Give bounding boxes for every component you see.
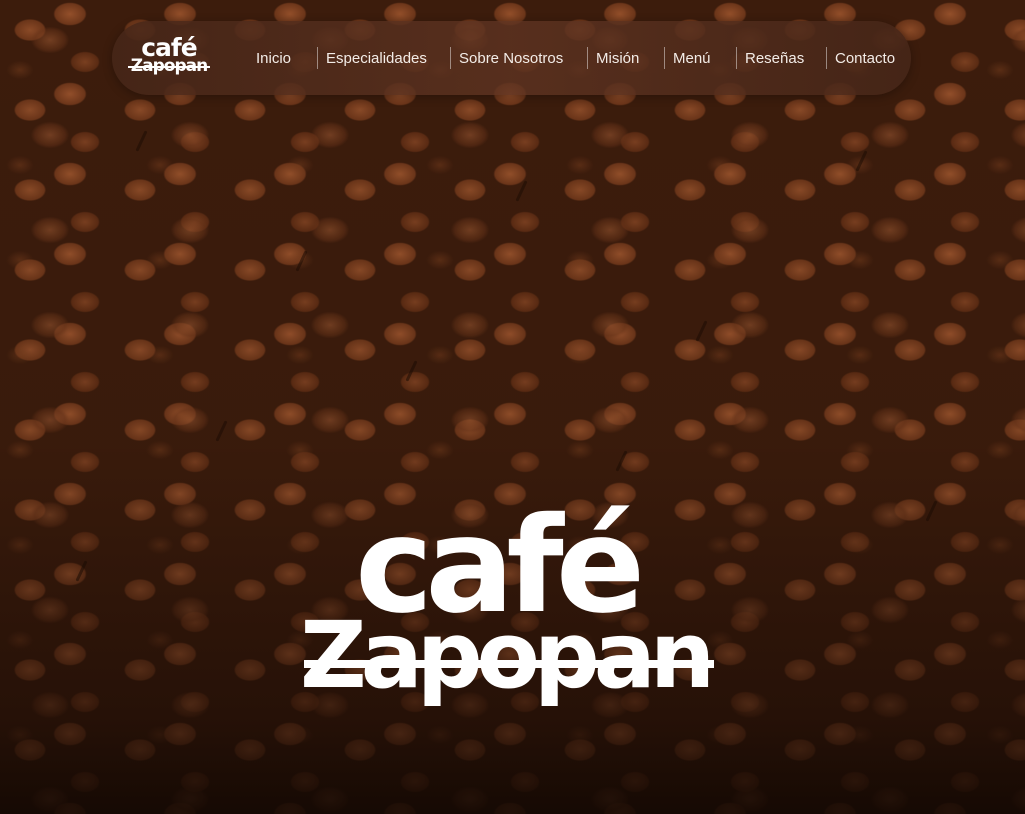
- nav-link-mision[interactable]: Misión: [596, 21, 639, 95]
- nav-divider: [450, 47, 451, 69]
- brand-logo[interactable]: café Zapopan: [128, 35, 210, 81]
- nav-link-especialidades[interactable]: Especialidades: [326, 21, 427, 95]
- nav-divider: [317, 47, 318, 69]
- hero-logo-strike: [304, 660, 714, 668]
- nav-link-inicio[interactable]: Inicio: [256, 21, 291, 95]
- nav-link-sobre-nosotros[interactable]: Sobre Nosotros: [459, 21, 563, 95]
- nav-link-contacto[interactable]: Contacto: [835, 21, 895, 95]
- nav-divider: [587, 47, 588, 69]
- nav-link-menu[interactable]: Menú: [673, 21, 711, 95]
- main-navbar: café Zapopan Inicio Especialidades Sobre…: [112, 21, 911, 95]
- nav-divider: [664, 47, 665, 69]
- nav-link-resenas[interactable]: Reseñas: [745, 21, 804, 95]
- hero-logo: café Zapopan: [300, 500, 720, 725]
- nav-divider: [826, 47, 827, 69]
- brand-logo-line2: Zapopan: [128, 58, 210, 75]
- nav-divider: [736, 47, 737, 69]
- hero-logo-line2: Zapopan: [300, 602, 715, 709]
